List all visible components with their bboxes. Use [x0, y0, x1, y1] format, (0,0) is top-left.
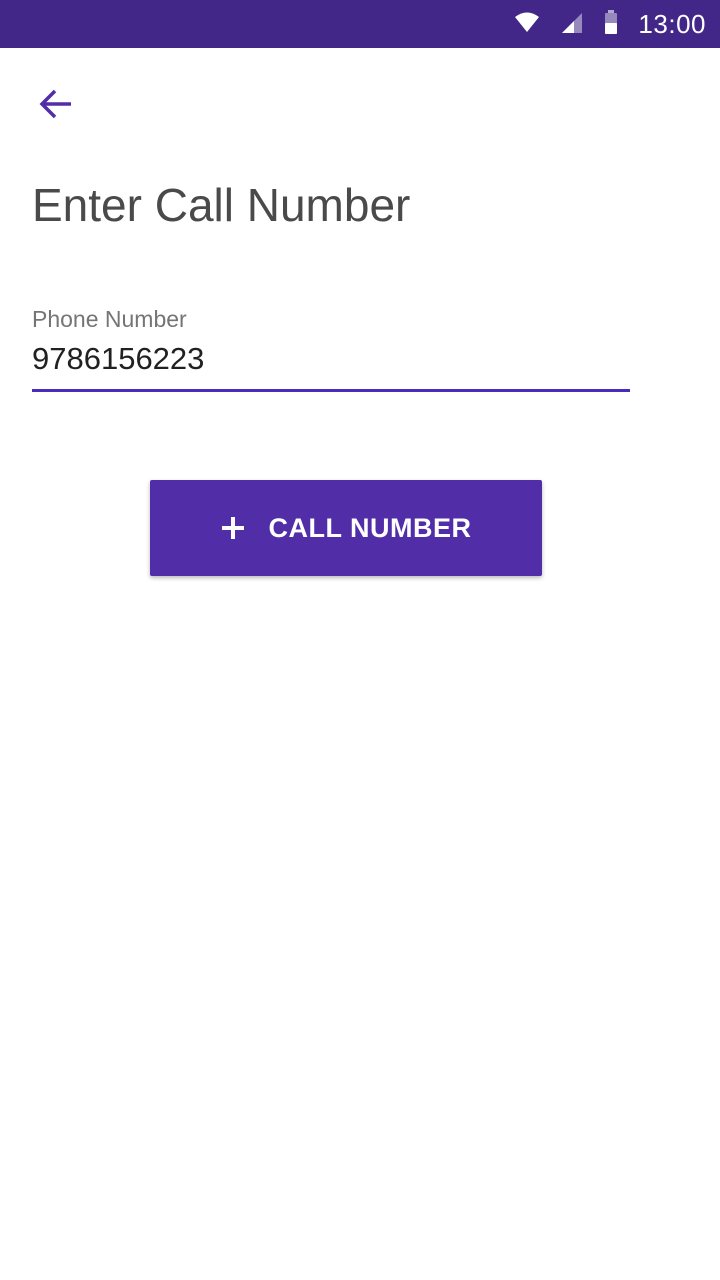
phone-number-input[interactable] — [32, 341, 630, 392]
back-button[interactable] — [28, 78, 84, 134]
battery-icon — [604, 9, 618, 39]
call-number-button[interactable]: CALL NUMBER — [150, 480, 542, 576]
wifi-icon — [514, 11, 540, 38]
status-time: 13:00 — [638, 8, 706, 39]
phone-number-field: Phone Number — [32, 306, 630, 392]
signal-icon — [560, 10, 584, 39]
arrow-back-icon — [38, 86, 74, 127]
status-icons: 13:00 — [514, 0, 706, 48]
call-number-label: CALL NUMBER — [268, 512, 472, 543]
plus-icon — [221, 516, 245, 540]
phone-number-label: Phone Number — [32, 306, 187, 332]
status-bar: 13:00 — [0, 0, 720, 48]
page-title: Enter Call Number — [32, 179, 411, 231]
